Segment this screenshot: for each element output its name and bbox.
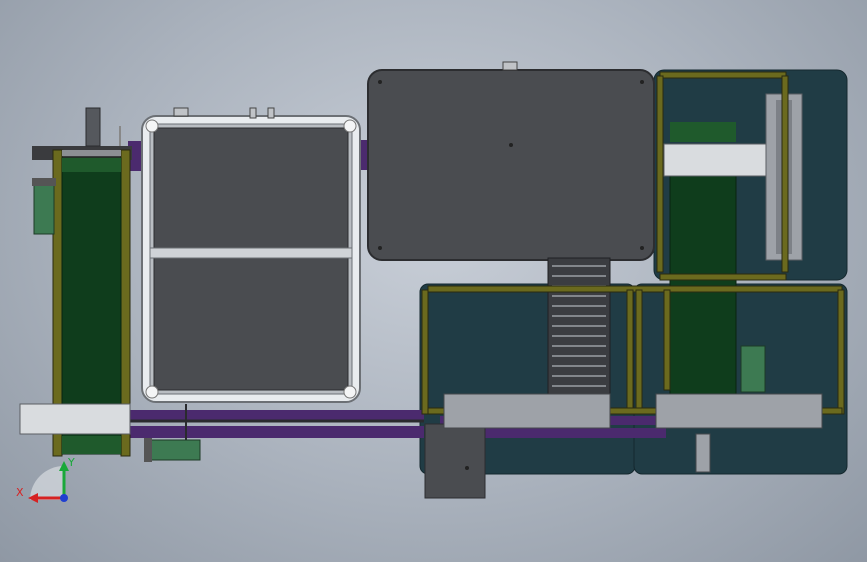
purple-rail-bottom-1 — [128, 410, 424, 420]
tube-lower-mid-post-a — [626, 289, 634, 415]
right-transfer-plate — [663, 143, 767, 177]
crate-panel-top — [153, 127, 349, 249]
lower-post — [695, 433, 711, 473]
crate-corner — [343, 119, 357, 133]
top-plate-lug — [502, 61, 518, 71]
motor-left-lower-flange — [144, 438, 152, 462]
motor-left-upper-flange — [32, 178, 56, 186]
axis-y-label: Y — [67, 456, 75, 469]
crate-top-clip — [267, 107, 275, 119]
left-belt-lower — [62, 436, 121, 454]
crate-panel-bottom — [153, 257, 349, 391]
left-feed-plate — [19, 403, 131, 435]
tube-top-right-horizontal — [659, 71, 787, 79]
crate-top-clip — [249, 107, 257, 119]
left-sensor-post — [85, 107, 101, 147]
axis-triad: X Y — [16, 456, 75, 503]
top-plate-bolt — [509, 143, 513, 147]
crate-corner — [343, 385, 357, 399]
left-chain-strip — [62, 150, 121, 156]
top-plate-bolt — [640, 80, 644, 84]
top-plate-bolt — [378, 80, 382, 84]
crate-top-handle — [173, 107, 189, 117]
purple-rail-bottom-2 — [128, 426, 424, 438]
tube-right-mid-horizontal — [659, 273, 787, 281]
crate-divider — [149, 247, 353, 259]
tube-lower-left-post — [421, 289, 429, 415]
tube-lower-right-post — [837, 289, 845, 415]
lower-tray-middle — [443, 393, 611, 429]
tube-lower-mid-post-b — [635, 289, 643, 415]
right-belt-end-roller — [670, 122, 736, 142]
right-belt — [669, 175, 737, 395]
crate-frame-station — [141, 107, 361, 403]
lower-base-block — [424, 423, 486, 499]
crate-corner — [145, 385, 159, 399]
left-belt-conveyor — [19, 107, 132, 457]
motor-right-conveyor — [740, 345, 766, 393]
tube-lower-inner-post — [663, 289, 671, 391]
top-plate-bolt — [640, 246, 644, 250]
axis-x-label: X — [16, 486, 24, 499]
base-bolt — [465, 466, 469, 470]
top-plate — [367, 69, 655, 261]
left-belt-end-roller — [62, 158, 121, 172]
crate-corner — [145, 119, 159, 133]
motor-left-lower — [147, 439, 201, 461]
tube-lower-top-horizontal — [427, 285, 843, 293]
top-plate-station — [367, 61, 655, 261]
tube-top-right-left-post — [656, 75, 664, 273]
axis-z-dot — [60, 494, 68, 502]
top-plate-bolt — [378, 246, 382, 250]
machine-layout-diagram: X Y — [16, 61, 848, 503]
motor-left-upper — [33, 181, 55, 235]
tube-top-right-mid-post — [781, 75, 789, 273]
lower-tray-right — [655, 393, 823, 429]
